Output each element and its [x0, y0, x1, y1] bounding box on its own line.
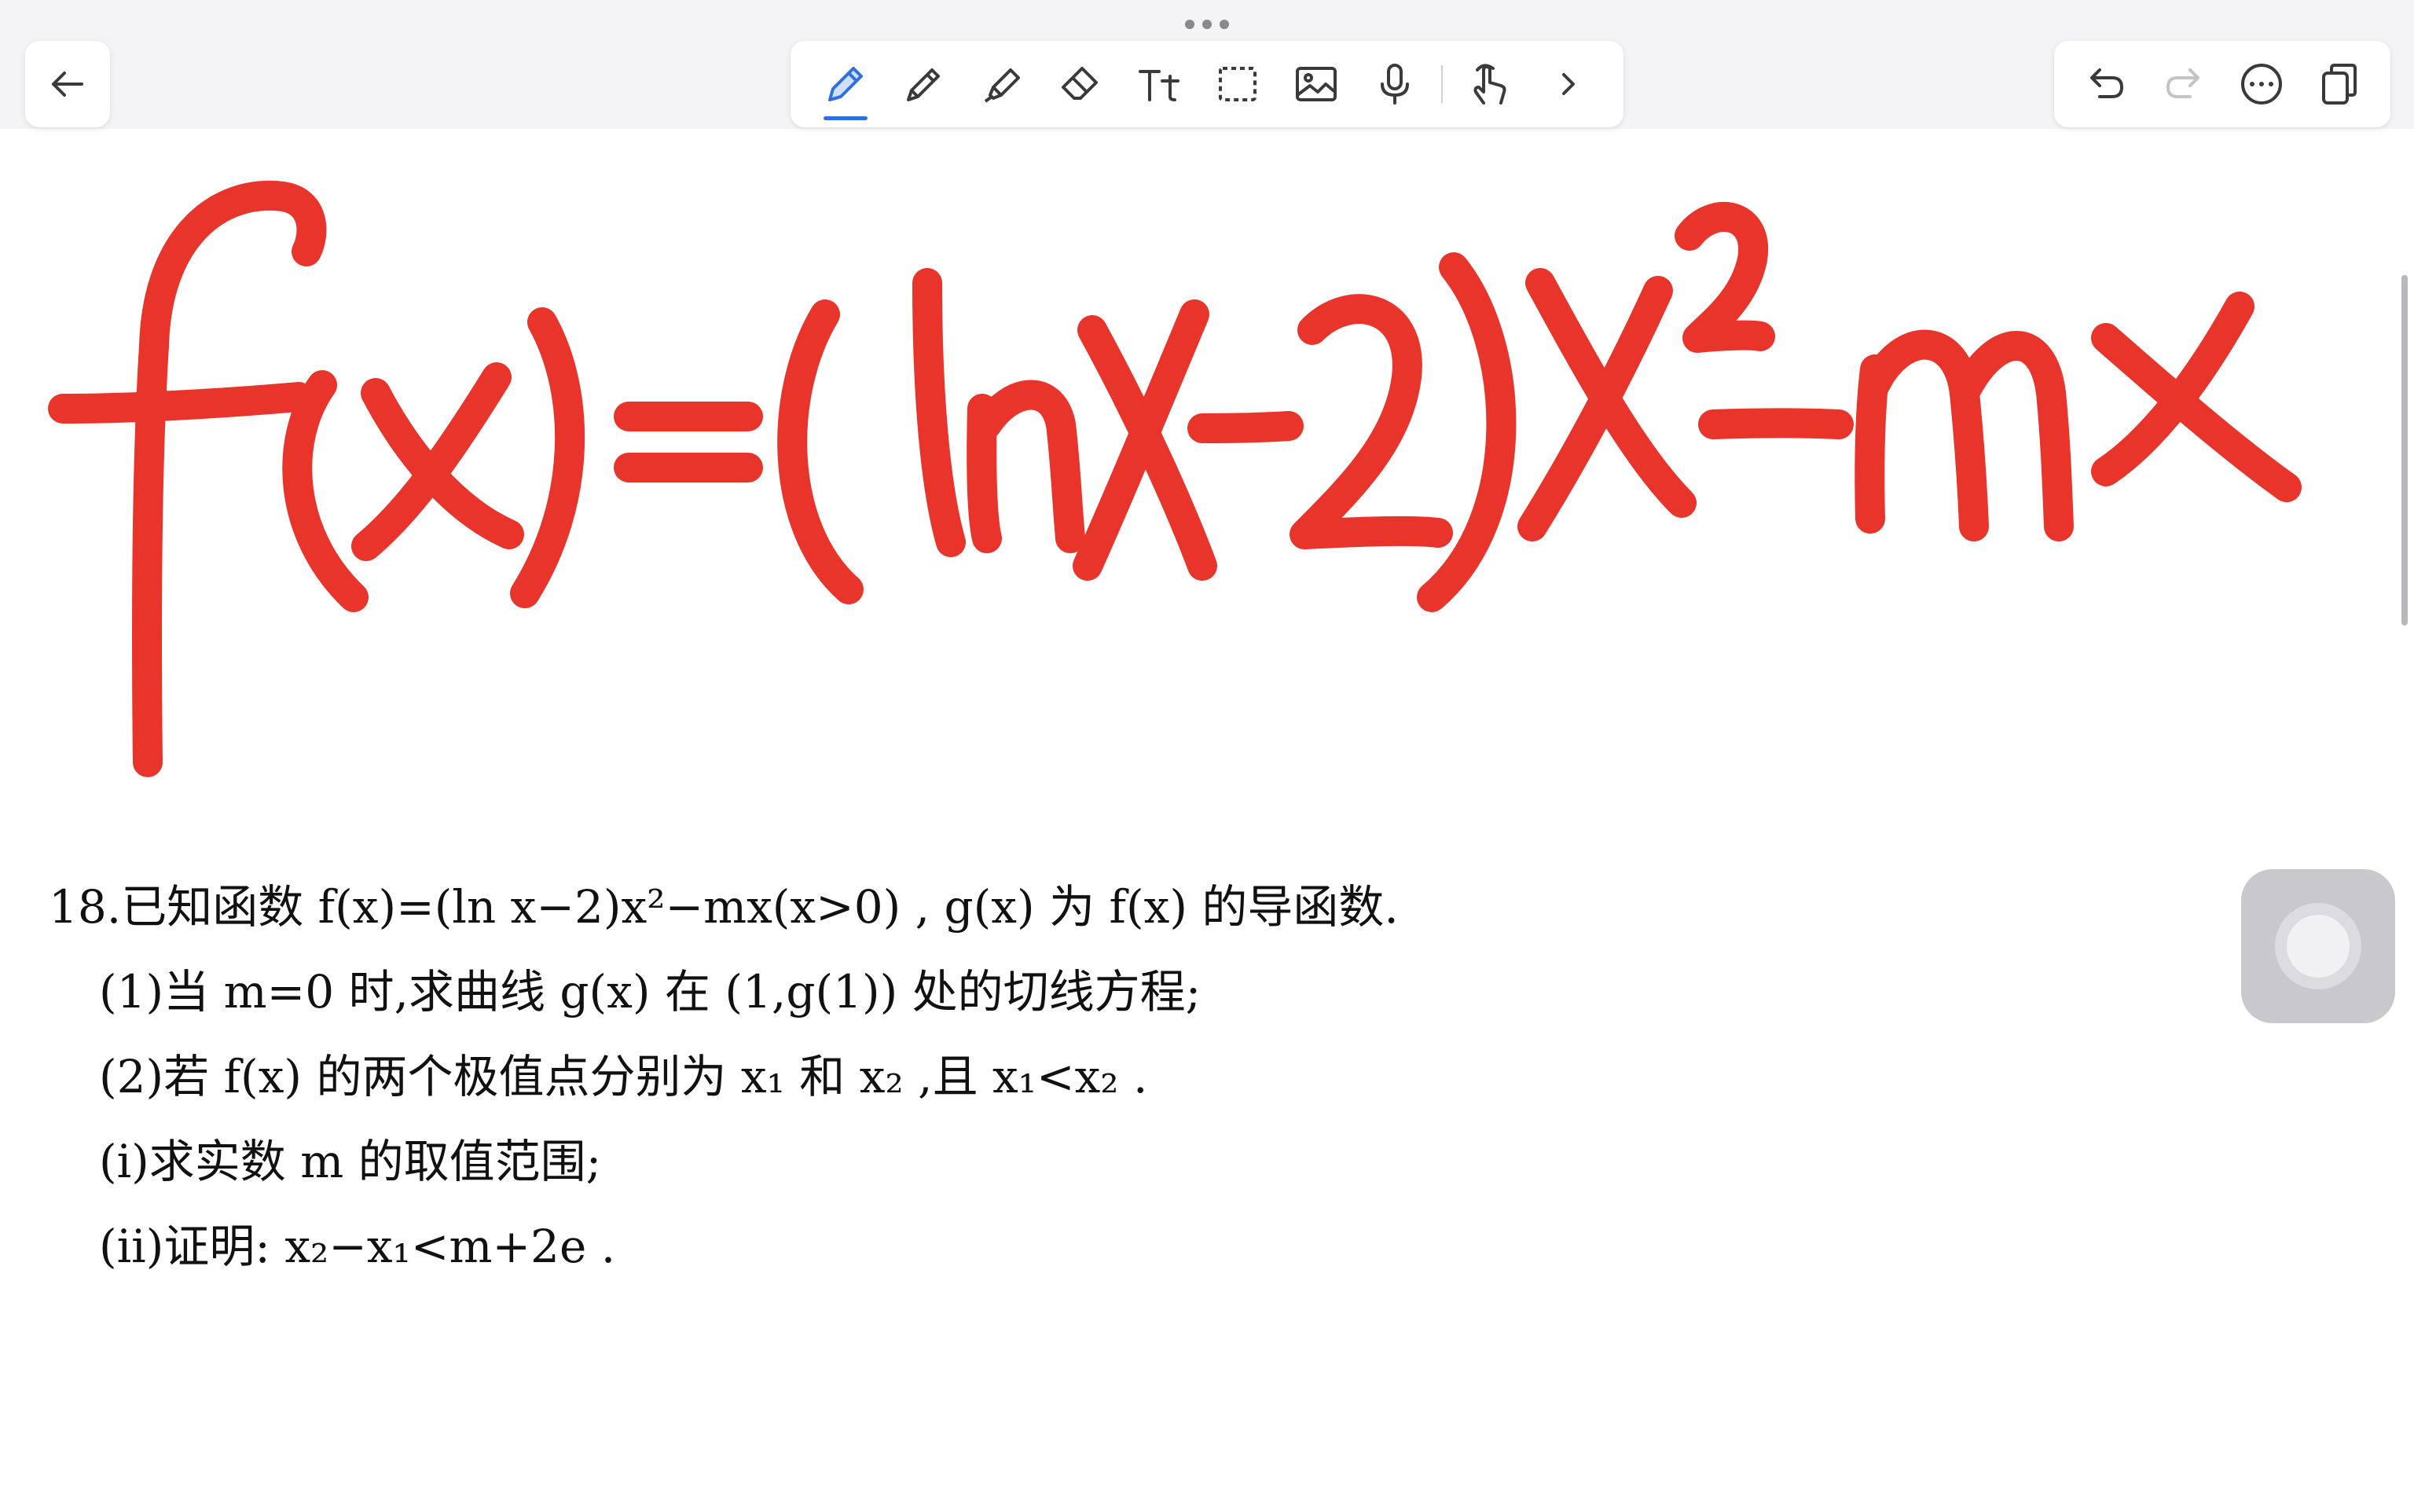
pages-icon: [2321, 64, 2357, 105]
lasso-tool-button[interactable]: [1206, 53, 1269, 116]
text-icon: [1139, 70, 1180, 101]
window-handle-icon[interactable]: [1185, 19, 1229, 30]
text-tool-button[interactable]: [1128, 53, 1190, 116]
pen-icon: [827, 67, 863, 101]
pencil-tool-button[interactable]: [893, 53, 956, 116]
note-app: 18.已知函数 f(x)=(ln x−2)x²−mx(x>0) , g(x) 为…: [0, 0, 2414, 1512]
more-icon: [2240, 64, 2282, 105]
undo-icon: [2089, 68, 2123, 98]
handwritten-expression: [48, 180, 2302, 777]
highlighter-tool-button[interactable]: [971, 53, 1034, 116]
more-button[interactable]: [2230, 53, 2293, 116]
pen-tool-button[interactable]: [814, 53, 877, 120]
eraser-icon: [1062, 67, 1099, 100]
problem-line-4: (i)求实数 m 的取值范围;: [99, 1135, 602, 1188]
pencil-icon: [906, 68, 940, 101]
back-panel: [25, 41, 110, 127]
problem-text: 18.已知函数 f(x)=(ln x−2)x²−mx(x>0) , g(x) 为…: [49, 864, 1935, 1289]
problem-line-2: (1)当 m=0 时,求曲线 g(x) 在 (1,g(1)) 处的切线方程;: [99, 965, 1201, 1018]
problem-line-5: (ii)证明: x₂−x₁<m+2e .: [99, 1220, 616, 1273]
eraser-tool-button[interactable]: [1049, 53, 1112, 116]
redo-icon: [2166, 68, 2199, 98]
assistive-touch-icon: [2275, 903, 2361, 989]
highlighter-icon: [984, 68, 1020, 103]
more-tools-button[interactable]: [1537, 53, 1600, 116]
actions-panel: [2054, 41, 2390, 127]
image-icon: [1295, 67, 1337, 101]
back-button[interactable]: [36, 53, 99, 116]
pages-button[interactable]: [2308, 53, 2371, 116]
touch-mode-button[interactable]: [1458, 53, 1521, 116]
toolbar-divider: [1441, 65, 1444, 103]
problem-line-1: 18.已知函数 f(x)=(ln x−2)x²−mx(x>0) , g(x) 为…: [49, 880, 1399, 934]
image-tool-button[interactable]: [1285, 53, 1348, 116]
undo-button[interactable]: [2075, 53, 2137, 116]
chevron-right-icon: [1562, 73, 1576, 95]
assistive-touch-button[interactable]: [2241, 869, 2395, 1023]
tools-panel: [791, 41, 1623, 127]
hand-touch-icon: [1473, 64, 1506, 105]
problem-line-3: (2)若 f(x) 的两个极值点分别为 x₁ 和 x₂ ,且 x₁<x₂ .: [99, 1050, 1148, 1103]
redo-button[interactable]: [2152, 53, 2215, 116]
microphone-icon: [1380, 64, 1409, 105]
vertical-scrollbar[interactable]: [2401, 275, 2408, 626]
microphone-tool-button[interactable]: [1363, 53, 1426, 116]
lasso-select-icon: [1218, 67, 1257, 101]
back-arrow-icon: [52, 72, 83, 97]
